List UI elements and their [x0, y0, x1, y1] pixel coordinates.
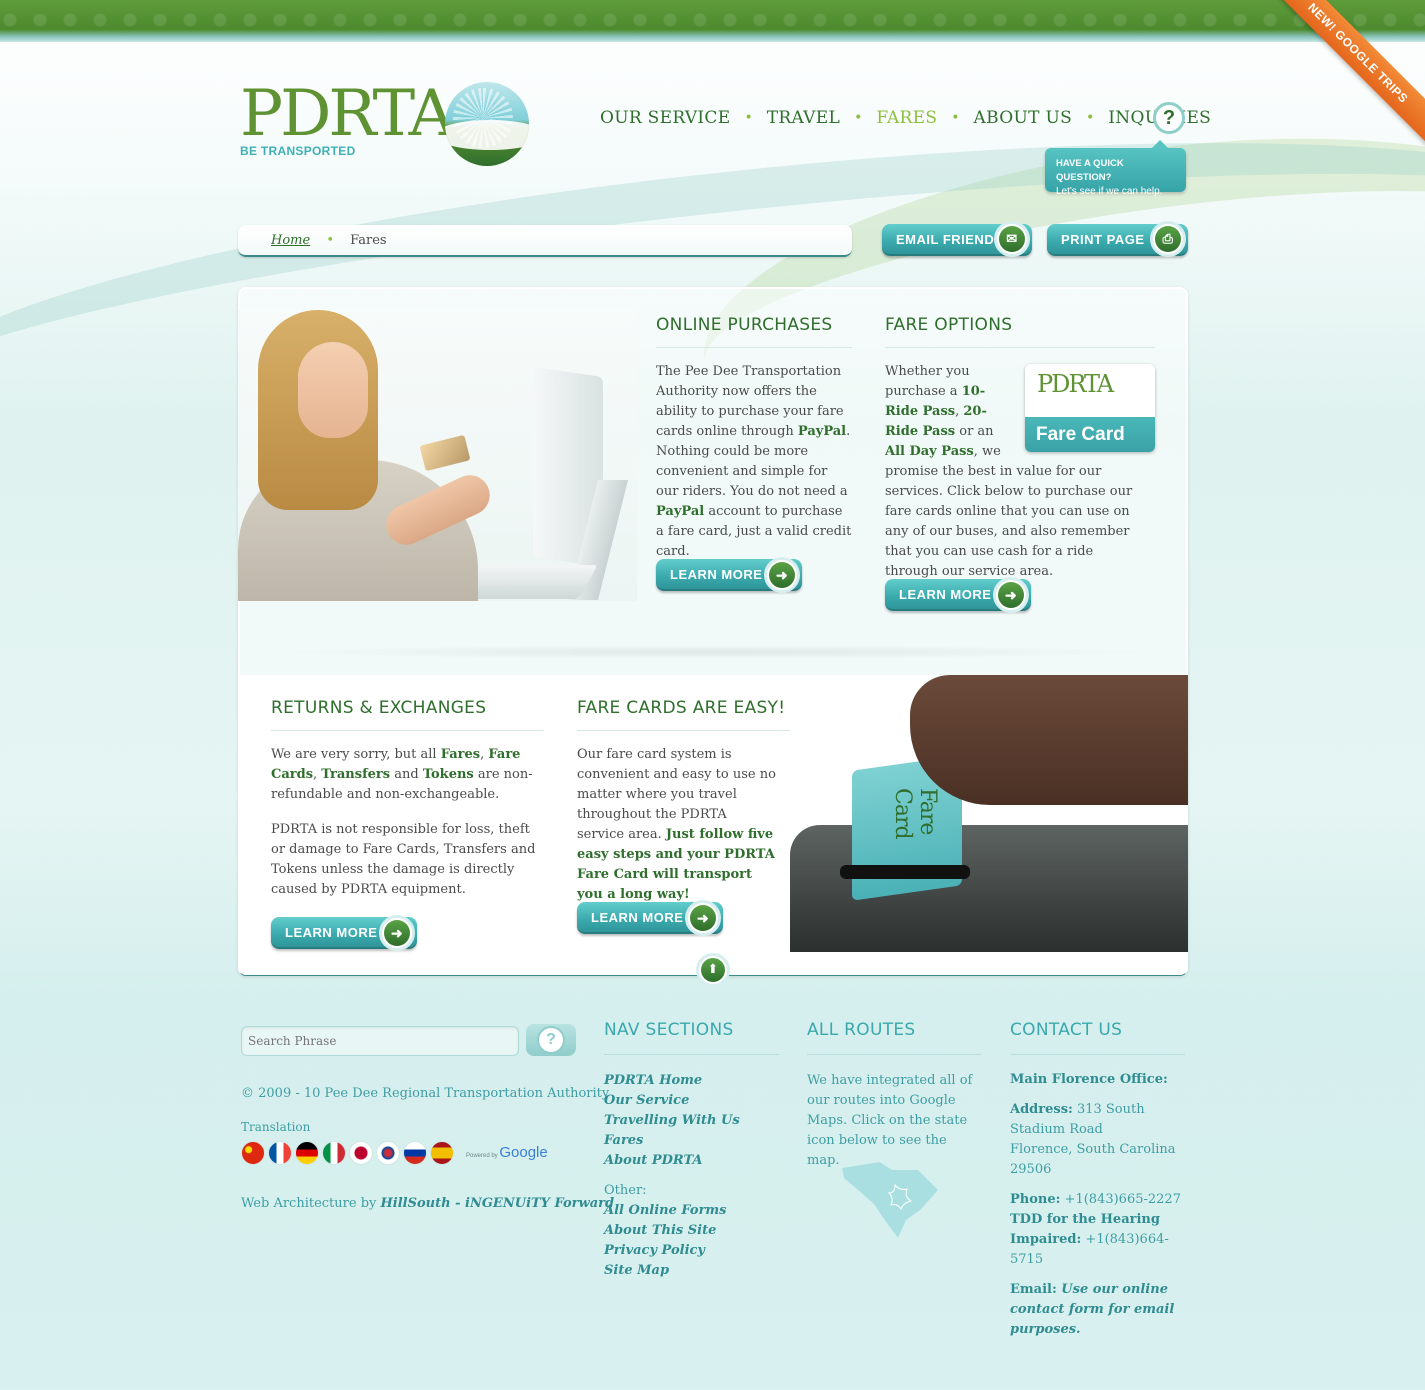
photo-card-text: Fare Card	[890, 788, 940, 839]
search-icon: ?	[537, 1026, 565, 1054]
fare-options-learn-more-button[interactable]: LEARN MORE ➜	[885, 577, 1031, 613]
copyright-text: © 2009 - 10 Pee Dee Regional Transportat…	[241, 1086, 610, 1101]
japan-flag[interactable]	[349, 1141, 373, 1165]
breadcrumb: Home • Fares	[238, 225, 852, 257]
south-carolina-map-icon[interactable]	[840, 1160, 940, 1240]
learn-more-label: LEARN MORE	[670, 567, 763, 582]
web-architecture-credit: Web Architecture by HillSouth - iNGENUiT…	[241, 1196, 615, 1211]
nav-separator: •	[951, 110, 960, 126]
breadcrumb-current: Fares	[350, 233, 387, 248]
search-input[interactable]	[241, 1026, 519, 1056]
returns-learn-more-button[interactable]: LEARN MORE ➜	[271, 915, 417, 951]
arrow-right-icon: ➜	[993, 577, 1029, 613]
print-page-button[interactable]: PRINT PAGE ⎙	[1047, 221, 1188, 257]
arrow-right-icon: ➜	[379, 915, 415, 951]
footer-link-online-forms[interactable]: All Online Forms	[604, 1201, 779, 1221]
online-purchases-heading: ONLINE PURCHASES	[656, 315, 852, 348]
korea-flag[interactable]	[376, 1141, 400, 1165]
online-purchases-text: The Pee Dee Transportation Authority now…	[656, 364, 852, 559]
printer-icon: ⎙	[1150, 221, 1186, 257]
spain-flag[interactable]	[430, 1141, 454, 1165]
russia-flag[interactable]	[403, 1141, 427, 1165]
sun-landscape-icon	[445, 82, 529, 166]
print-page-label: PRINT PAGE	[1061, 232, 1145, 247]
envelope-icon: ✉	[994, 221, 1030, 257]
fare-cards-easy-text: Our fare card system is convenient and e…	[577, 747, 776, 902]
quick-question-tooltip[interactable]: HAVE A QUICK QUESTION? Let's see if we c…	[1045, 140, 1186, 197]
learn-more-label: LEARN MORE	[285, 925, 378, 940]
nav-sections-list: PDRTA Home Our Service Travelling With U…	[604, 1071, 779, 1281]
contact-us-heading: CONTACT US	[1010, 1020, 1185, 1055]
nav-fares[interactable]: FARES	[876, 108, 937, 128]
pdrta-logo[interactable]: PDRTA BE TRANSPORTED	[240, 78, 540, 173]
china-flag[interactable]	[241, 1141, 265, 1165]
online-purchases-learn-more-button[interactable]: LEARN MORE ➜	[656, 557, 802, 593]
email-friend-button[interactable]: EMAIL FRIEND ✉	[882, 221, 1032, 257]
breadcrumb-home[interactable]: Home	[271, 233, 310, 248]
arrow-right-icon: ➜	[685, 900, 721, 936]
hillsouth-link[interactable]: HillSouth - iNGENUiTY Forward	[381, 1196, 615, 1211]
footer-link-travelling[interactable]: Travelling With Us	[604, 1111, 779, 1131]
search-button[interactable]: ?	[526, 1024, 576, 1056]
email-friend-label: EMAIL FRIEND	[896, 232, 995, 247]
france-flag[interactable]	[268, 1141, 292, 1165]
footer-link-fares[interactable]: Fares	[604, 1131, 779, 1151]
contact-info: Main Florence Office: Address: 313 South…	[1010, 1072, 1181, 1337]
translation-flags	[241, 1141, 454, 1165]
woman-with-credit-card-photo	[238, 310, 637, 601]
section-divider	[268, 645, 1158, 659]
top-banner	[0, 0, 1425, 42]
fare-cards-easy-heading: FARE CARDS ARE EASY!	[577, 698, 790, 731]
arrow-up-icon: ⬆	[701, 958, 725, 982]
nav-separator: •	[744, 110, 753, 126]
learn-more-label: LEARN MORE	[591, 910, 684, 925]
learn-more-label: LEARN MORE	[899, 587, 992, 602]
nav-travel[interactable]: TRAVEL	[767, 108, 840, 128]
fare-card-machine-photo: Fare Card	[790, 675, 1188, 952]
logo-text: PDRTA	[240, 77, 455, 151]
question-icon[interactable]: ?	[1153, 102, 1185, 134]
quick-question-title: HAVE A QUICK QUESTION?	[1056, 158, 1124, 183]
nav-sections-heading: NAV SECTIONS	[604, 1020, 779, 1055]
nav-about-us[interactable]: ABOUT US	[974, 108, 1072, 128]
google-logo: Google	[499, 1144, 548, 1161]
fare-cards-easy-learn-more-button[interactable]: LEARN MORE ➜	[577, 900, 723, 936]
nav-separator: •	[1086, 110, 1095, 126]
main-nav: OUR SERVICE • TRAVEL • FARES • ABOUT US …	[600, 108, 1211, 128]
nav-our-service[interactable]: OUR SERVICE	[600, 108, 730, 128]
footer-link-pdrta-home[interactable]: PDRTA Home	[604, 1071, 779, 1091]
footer-link-about-site[interactable]: About This Site	[604, 1221, 779, 1241]
fare-options-text: Whether you purchase a 10-Ride Pass, 20-…	[885, 364, 1133, 579]
returns-text-1: We are very sorry, but all Fares, Fare C…	[271, 747, 533, 802]
logo-tagline: BE TRANSPORTED	[240, 144, 356, 158]
arrow-right-icon: ➜	[764, 557, 800, 593]
footer-link-privacy[interactable]: Privacy Policy	[604, 1241, 779, 1261]
footer-link-about[interactable]: About PDRTA	[604, 1151, 779, 1171]
fare-options-heading: FARE OPTIONS	[885, 315, 1155, 348]
footer-link-our-service[interactable]: Our Service	[604, 1091, 779, 1111]
germany-flag[interactable]	[295, 1141, 319, 1165]
other-label: Other:	[604, 1183, 647, 1198]
breadcrumb-separator: •	[326, 233, 334, 248]
quick-question-subtitle: Let's see if we can help.	[1056, 186, 1163, 197]
footer-link-site-map[interactable]: Site Map	[604, 1261, 779, 1281]
translation-label: Translation	[241, 1120, 311, 1134]
back-to-top-button[interactable]: ⬆	[696, 953, 730, 987]
returns-text-2: PDRTA is not responsible for loss, theft…	[271, 822, 536, 897]
all-routes-heading: ALL ROUTES	[807, 1020, 982, 1055]
nav-separator: •	[854, 110, 863, 126]
powered-by-google: Powered by Google	[466, 1144, 548, 1161]
returns-exchanges-heading: RETURNS & EXCHANGES	[271, 698, 544, 731]
all-routes-text: We have integrated all of our routes int…	[807, 1073, 973, 1168]
italy-flag[interactable]	[322, 1141, 346, 1165]
